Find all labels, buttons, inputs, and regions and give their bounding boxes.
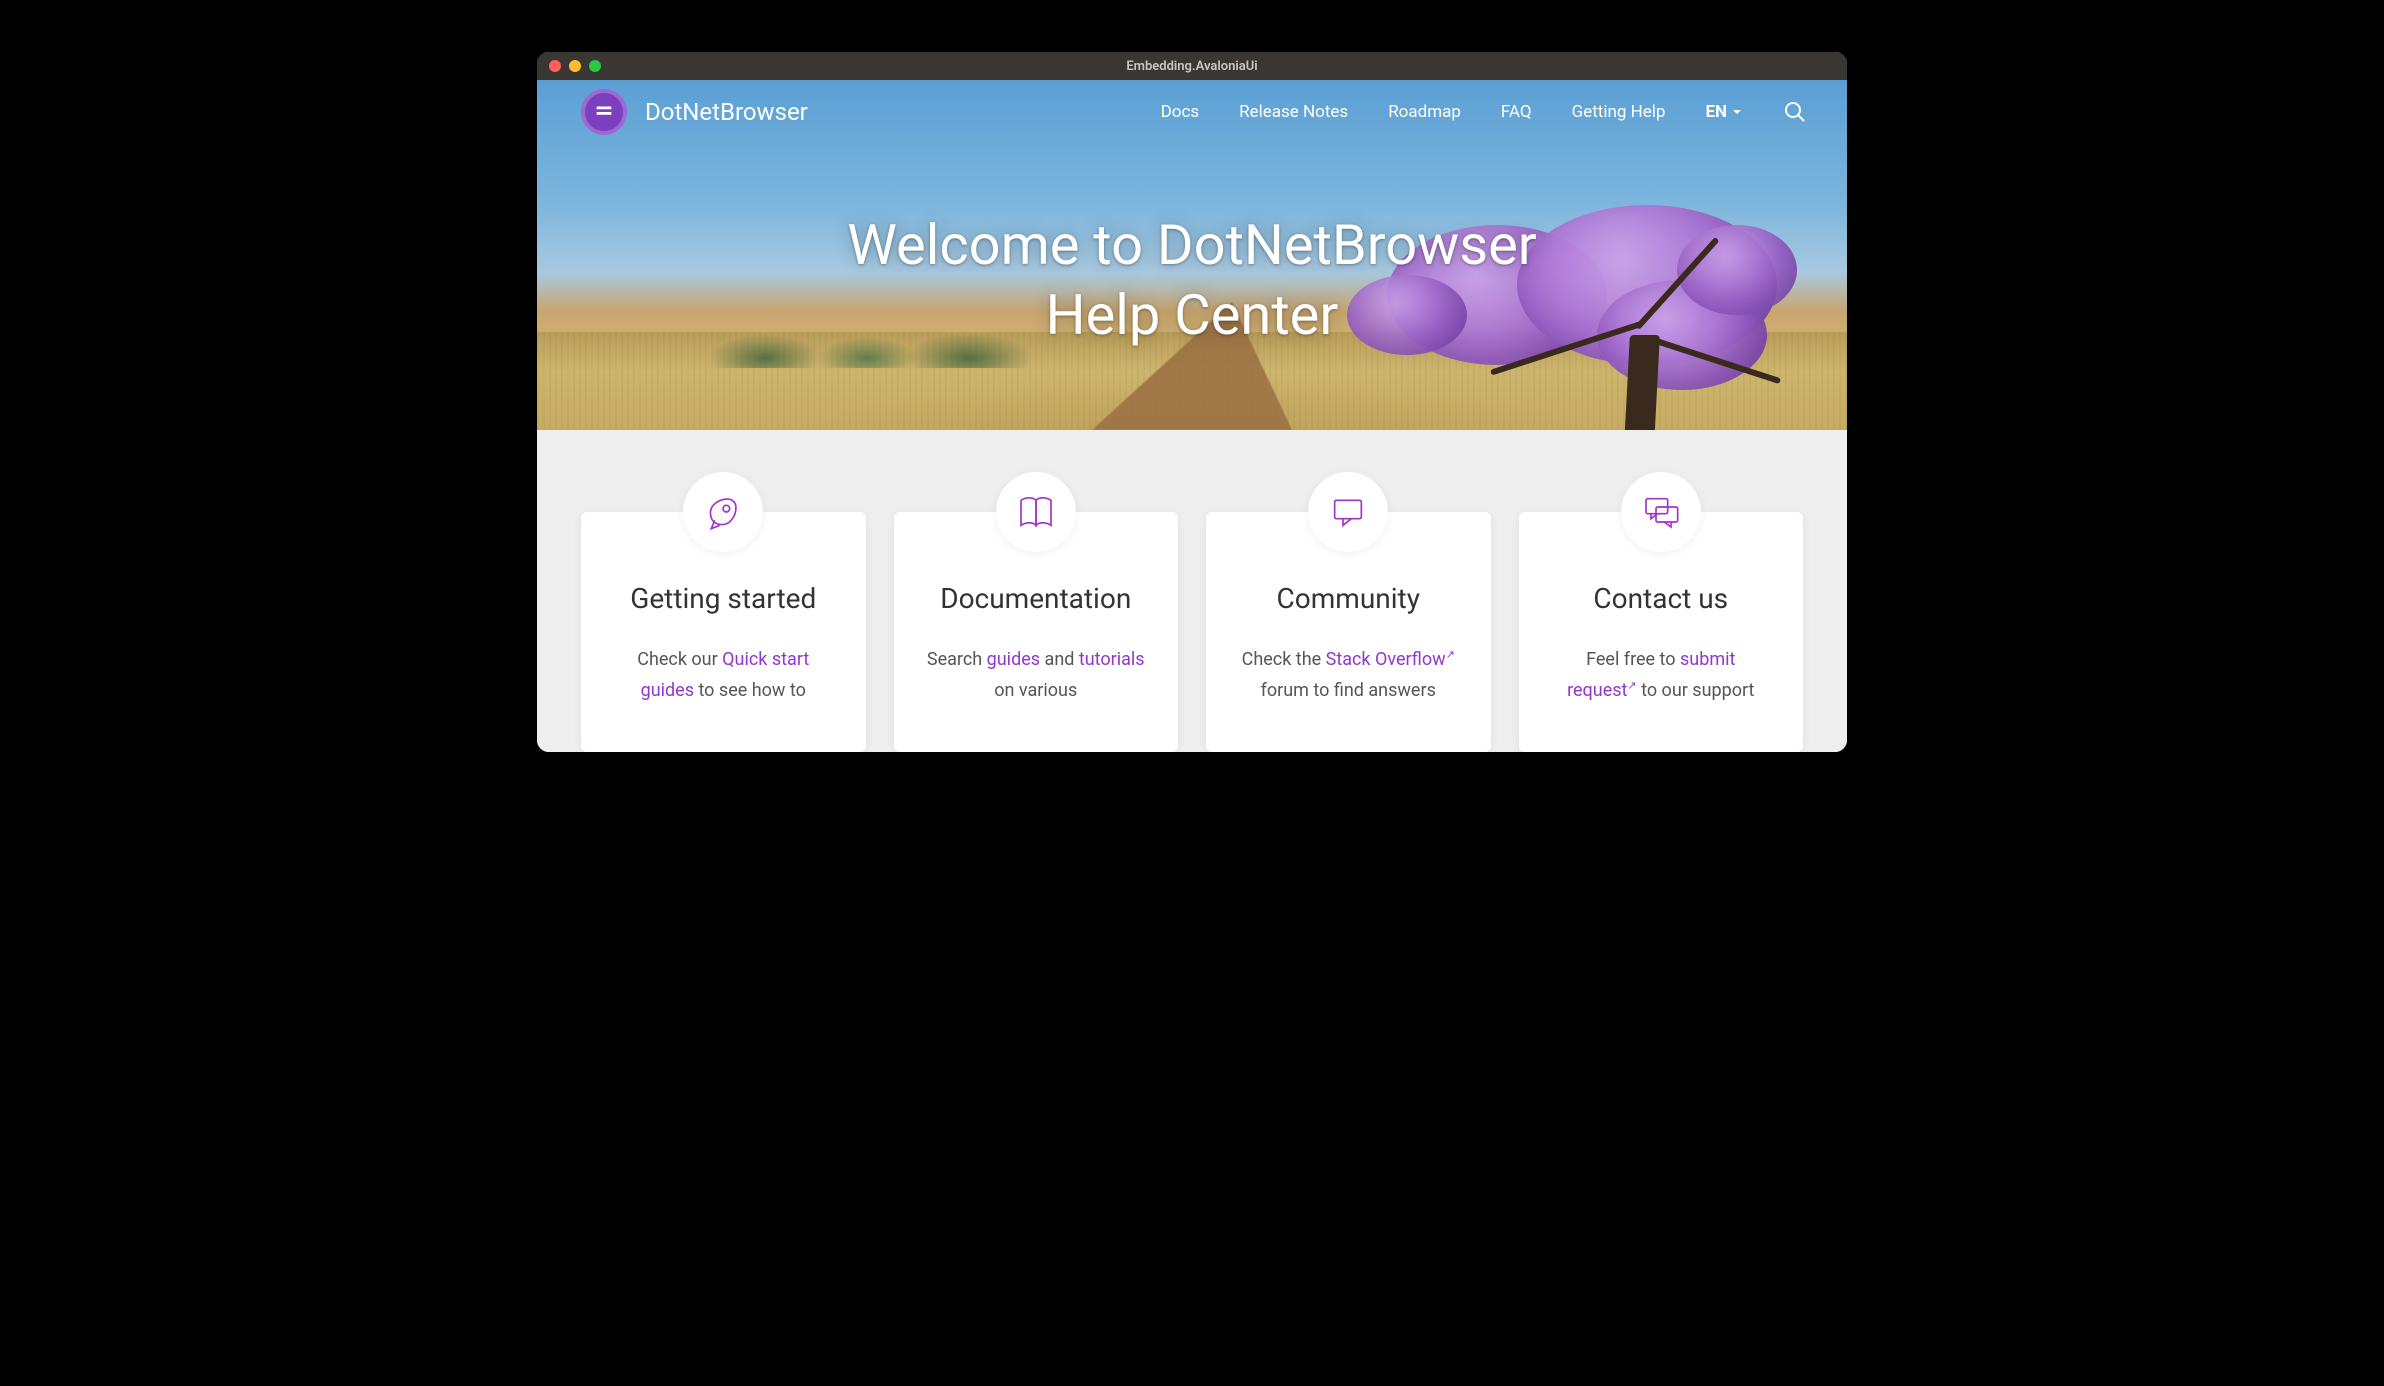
card-title: Contact us [1551,582,1772,615]
card-community[interactable]: Community Check the Stack Overflow↗ foru… [1206,512,1491,752]
hero-title: Welcome to DotNetBrowser Help Center [537,210,1847,350]
titlebar: Embedding.AvaloniaUi [537,52,1847,80]
card-documentation[interactable]: Documentation Search guides and tutorial… [894,512,1179,752]
search-button[interactable] [1783,100,1807,124]
rocket-icon [683,472,763,552]
nav-docs[interactable]: Docs [1161,102,1200,122]
search-icon [1783,100,1807,124]
nav-links: Docs Release Notes Roadmap FAQ Getting H… [1161,100,1807,124]
nav-getting-help[interactable]: Getting Help [1572,102,1666,122]
tutorials-link[interactable]: tutorials [1079,649,1145,670]
book-icon [996,472,1076,552]
brand-name: DotNetBrowser [645,98,808,126]
chat-icon [1308,472,1388,552]
brand[interactable]: DotNetBrowser [581,89,808,135]
top-nav: DotNetBrowser Docs Release Notes Roadmap… [537,80,1847,144]
card-text: Check our Quick start guides to see how … [613,645,834,706]
hero-title-line2: Help Center [537,280,1847,350]
hero-section: DotNetBrowser Docs Release Notes Roadmap… [537,80,1847,430]
stack-overflow-link[interactable]: Stack Overflow [1326,649,1446,670]
card-title: Documentation [926,582,1147,615]
card-text: Search guides and tutorials on various [926,645,1147,706]
chats-icon [1621,472,1701,552]
language-label: EN [1705,102,1727,122]
card-title: Getting started [613,582,834,615]
card-text: Feel free to submit request↗ to our supp… [1551,645,1772,706]
close-icon[interactable] [549,60,561,72]
external-link-icon: ↗ [1446,648,1455,661]
external-link-icon: ↗ [1627,679,1636,692]
nav-release-notes[interactable]: Release Notes [1239,102,1348,122]
card-contact-us[interactable]: Contact us Feel free to submit request↗ … [1519,512,1804,752]
nav-roadmap[interactable]: Roadmap [1388,102,1461,122]
card-title: Community [1238,582,1459,615]
card-text: Check the Stack Overflow↗ forum to find … [1238,645,1459,706]
hero-title-line1: Welcome to DotNetBrowser [537,210,1847,280]
card-getting-started[interactable]: Getting started Check our Quick start gu… [581,512,866,752]
brand-logo-icon [581,89,627,135]
chevron-down-icon [1731,106,1743,118]
nav-faq[interactable]: FAQ [1501,102,1532,122]
guides-link[interactable]: guides [987,649,1040,670]
window-controls [537,60,601,72]
app-window: Embedding.AvaloniaUi [537,52,1847,752]
cards-grid: Getting started Check our Quick start gu… [537,512,1847,752]
minimize-icon[interactable] [569,60,581,72]
maximize-icon[interactable] [589,60,601,72]
language-selector[interactable]: EN [1705,102,1743,122]
webview: DotNetBrowser Docs Release Notes Roadmap… [537,80,1847,752]
cards-area: Getting started Check our Quick start gu… [537,430,1847,752]
window-title: Embedding.AvaloniaUi [537,59,1847,74]
